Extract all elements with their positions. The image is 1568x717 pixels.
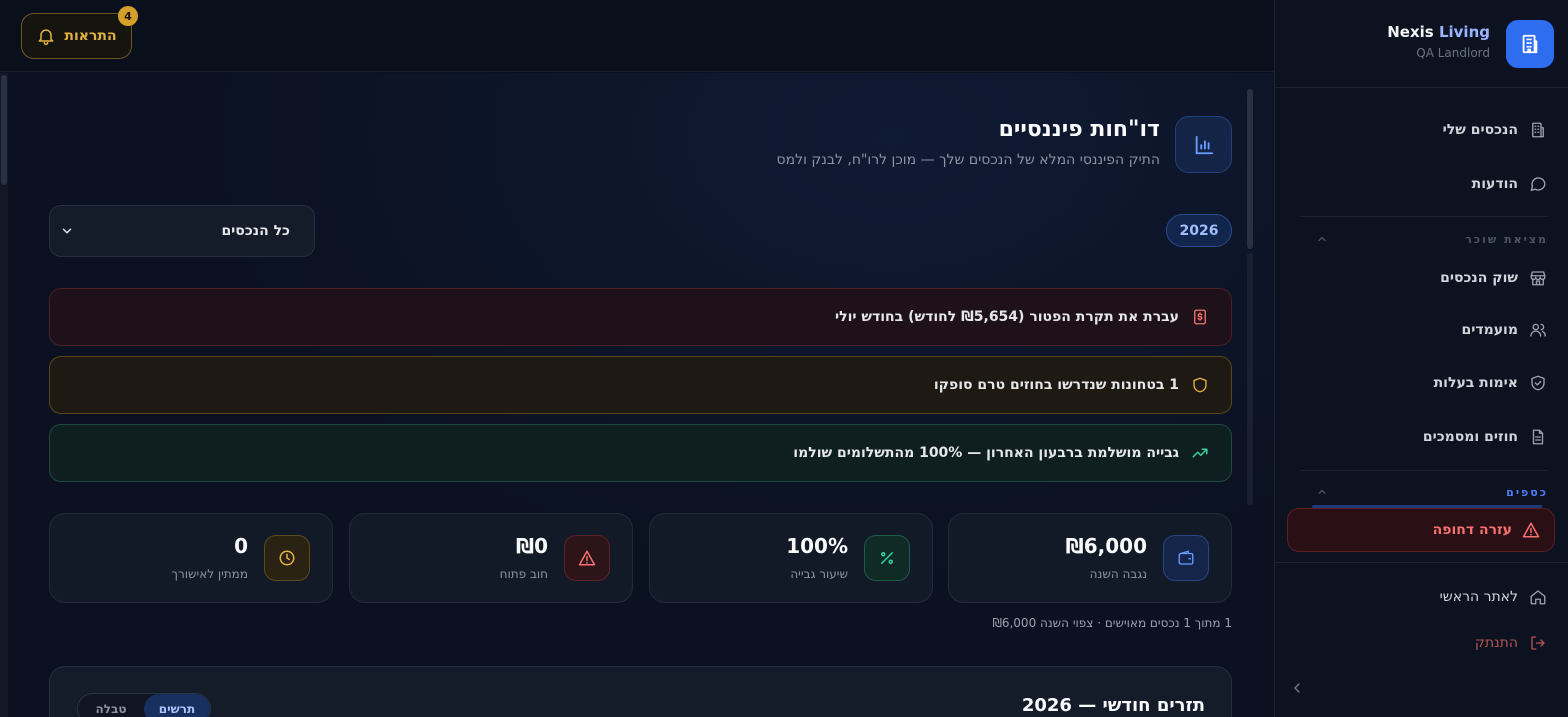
monthly-cashflow-card: תזרים חודשי — 2026 תרשים טבלה [49, 666, 1232, 717]
brand-name: Nexis Living [1387, 23, 1490, 41]
chevron-down-icon [60, 224, 74, 238]
document-icon [1528, 428, 1548, 446]
alert-perfect-collection[interactable]: גבייה מושלמת ברבעון האחרון — 100% מהתשלו… [49, 424, 1232, 482]
brand-header: Nexis Living QA Landlord [1274, 0, 1568, 88]
property-filter-value: כל הנכסים [221, 223, 290, 239]
alert-text: 1 בטחונות שנדרשו בחוזים טרם סופקו [933, 377, 1179, 393]
notifications-count-badge: 4 [118, 6, 138, 26]
sidebar: Nexis Living QA Landlord הנכסים שלי הודע… [1274, 0, 1568, 717]
stat-value: ₪0 [515, 534, 548, 558]
percent-icon [864, 535, 910, 581]
stat-card-pending-approval: 0 ממתין לאישורך [49, 513, 333, 603]
sidebar-item-contracts-documents[interactable]: חוזים ומסמכים [1294, 417, 1548, 457]
shield-icon [1191, 376, 1209, 394]
sidebar-item-main-site[interactable]: לאתר הראשי [1294, 577, 1548, 617]
occupancy-summary: 1 מתוך 1 נכסים מאוישים · צפוי השנה ₪6,00… [992, 616, 1232, 630]
stat-label: ממתין לאישורך [171, 567, 248, 581]
section-header-finance[interactable]: כספים [1316, 483, 1548, 501]
alert-missing-guarantees[interactable]: 1 בטחונות שנדרשו בחוזים טרם סופקו [49, 356, 1232, 414]
chat-bubble-icon [1528, 175, 1548, 193]
stat-value: 100% [786, 534, 848, 558]
collapse-sidebar-button[interactable] [1289, 680, 1305, 696]
divider [1300, 216, 1548, 217]
chevron-up-icon [1316, 486, 1328, 498]
dollar-doc-icon [1191, 308, 1209, 326]
stat-value: ₪6,000 [1065, 534, 1147, 558]
building-logo-icon [1519, 33, 1541, 55]
view-toggle: תרשים טבלה [77, 693, 211, 717]
notifications-label: התראות [64, 28, 117, 44]
sidebar-item-label: הנכסים שלי [1442, 122, 1518, 138]
scrollbar-track [1247, 253, 1253, 505]
scrollbar-thumb[interactable] [1247, 89, 1253, 249]
section-header-find-tenant[interactable]: מציאת שוכר [1316, 230, 1548, 248]
bar-chart-icon [1193, 134, 1215, 156]
alert-text: עברת את תקרת הפטור (₪5,654 לחודש) בחודש … [835, 309, 1179, 325]
emergency-help-button[interactable]: עזרה דחופה [1287, 508, 1555, 552]
sidebar-item-label: מועמדים [1461, 322, 1519, 338]
sidebar-item-label: אימות בעלות [1433, 375, 1518, 391]
logout-icon [1528, 634, 1548, 652]
brand-name-main: Nexis [1387, 23, 1434, 41]
bell-icon [36, 26, 56, 46]
chart-section-title: תזרים חודשי — 2026 [1021, 695, 1205, 716]
page-subtitle: התיק הפיננסי המלא של הנכסים שלך — מוכן ל… [776, 152, 1160, 168]
sidebar-item-label: הודעות [1471, 176, 1518, 192]
notifications-button[interactable]: התראות [21, 13, 132, 59]
stat-card-collection-rate: 100% שיעור גבייה [649, 513, 933, 603]
stat-value: 0 [234, 534, 248, 558]
sidebar-item-messages[interactable]: הודעות [1294, 164, 1548, 204]
sidebar-item-label: שוק הנכסים [1440, 270, 1518, 286]
alert-tax-exemption[interactable]: עברת את תקרת הפטור (₪5,654 לחודש) בחודש … [49, 288, 1232, 346]
alert-triangle-icon [1522, 521, 1540, 539]
emergency-help-label: עזרה דחופה [1432, 522, 1512, 538]
trending-up-icon [1191, 444, 1209, 462]
wallet-icon [1163, 535, 1209, 581]
alert-text: גבייה מושלמת ברבעון האחרון — 100% מהתשלו… [793, 445, 1179, 461]
sidebar-item-candidates[interactable]: מועמדים [1294, 310, 1548, 350]
section-label: כספים [1506, 485, 1548, 499]
logout-label: התנתק [1474, 635, 1518, 651]
sidebar-item-label: לאתר הראשי [1439, 589, 1518, 605]
chevron-left-icon [1289, 680, 1305, 696]
top-bar: התראות 4 [0, 0, 1274, 72]
brand-subtitle: QA Landlord [1416, 46, 1490, 60]
brand-name-accent: Living [1438, 23, 1490, 41]
divider [1274, 562, 1568, 563]
building-icon [1528, 121, 1548, 139]
chevron-up-icon [1316, 233, 1328, 245]
year-selector[interactable]: 2026 [1166, 214, 1232, 247]
stat-card-collected: ₪6,000 נגבה השנה [948, 513, 1232, 603]
stat-label: שיעור גבייה [790, 567, 848, 581]
toggle-table-button[interactable]: טבלה [78, 694, 144, 717]
sidebar-item-label: חוזים ומסמכים [1422, 429, 1518, 445]
stat-card-open-debt: ₪0 חוב פתוח [349, 513, 633, 603]
brand-logo[interactable] [1506, 20, 1554, 68]
sidebar-item-ownership-verification[interactable]: אימות בעלות [1294, 363, 1548, 403]
logout-button[interactable]: התנתק [1294, 623, 1548, 663]
home-icon [1528, 588, 1548, 606]
clock-icon [264, 535, 310, 581]
shield-check-icon [1528, 374, 1548, 392]
main-content: דו"חות פיננסיים התיק הפיננסי המלא של הנכ… [0, 73, 1274, 717]
scrollbar-thumb[interactable] [1, 75, 7, 185]
section-label: מציאת שוכר [1465, 232, 1548, 246]
sidebar-item-property-market[interactable]: שוק הנכסים [1294, 258, 1548, 298]
users-icon [1528, 321, 1548, 339]
stat-label: נגבה השנה [1089, 567, 1147, 581]
page-title: דו"חות פיננסיים [998, 117, 1160, 142]
stat-label: חוב פתוח [499, 567, 548, 581]
toggle-chart-button[interactable]: תרשים [144, 694, 210, 717]
warning-icon [564, 535, 610, 581]
store-icon [1528, 269, 1548, 287]
divider [1300, 470, 1548, 471]
property-filter-select[interactable]: כל הנכסים [49, 205, 315, 257]
sidebar-item-my-properties[interactable]: הנכסים שלי [1294, 110, 1548, 150]
page-icon [1175, 116, 1232, 173]
